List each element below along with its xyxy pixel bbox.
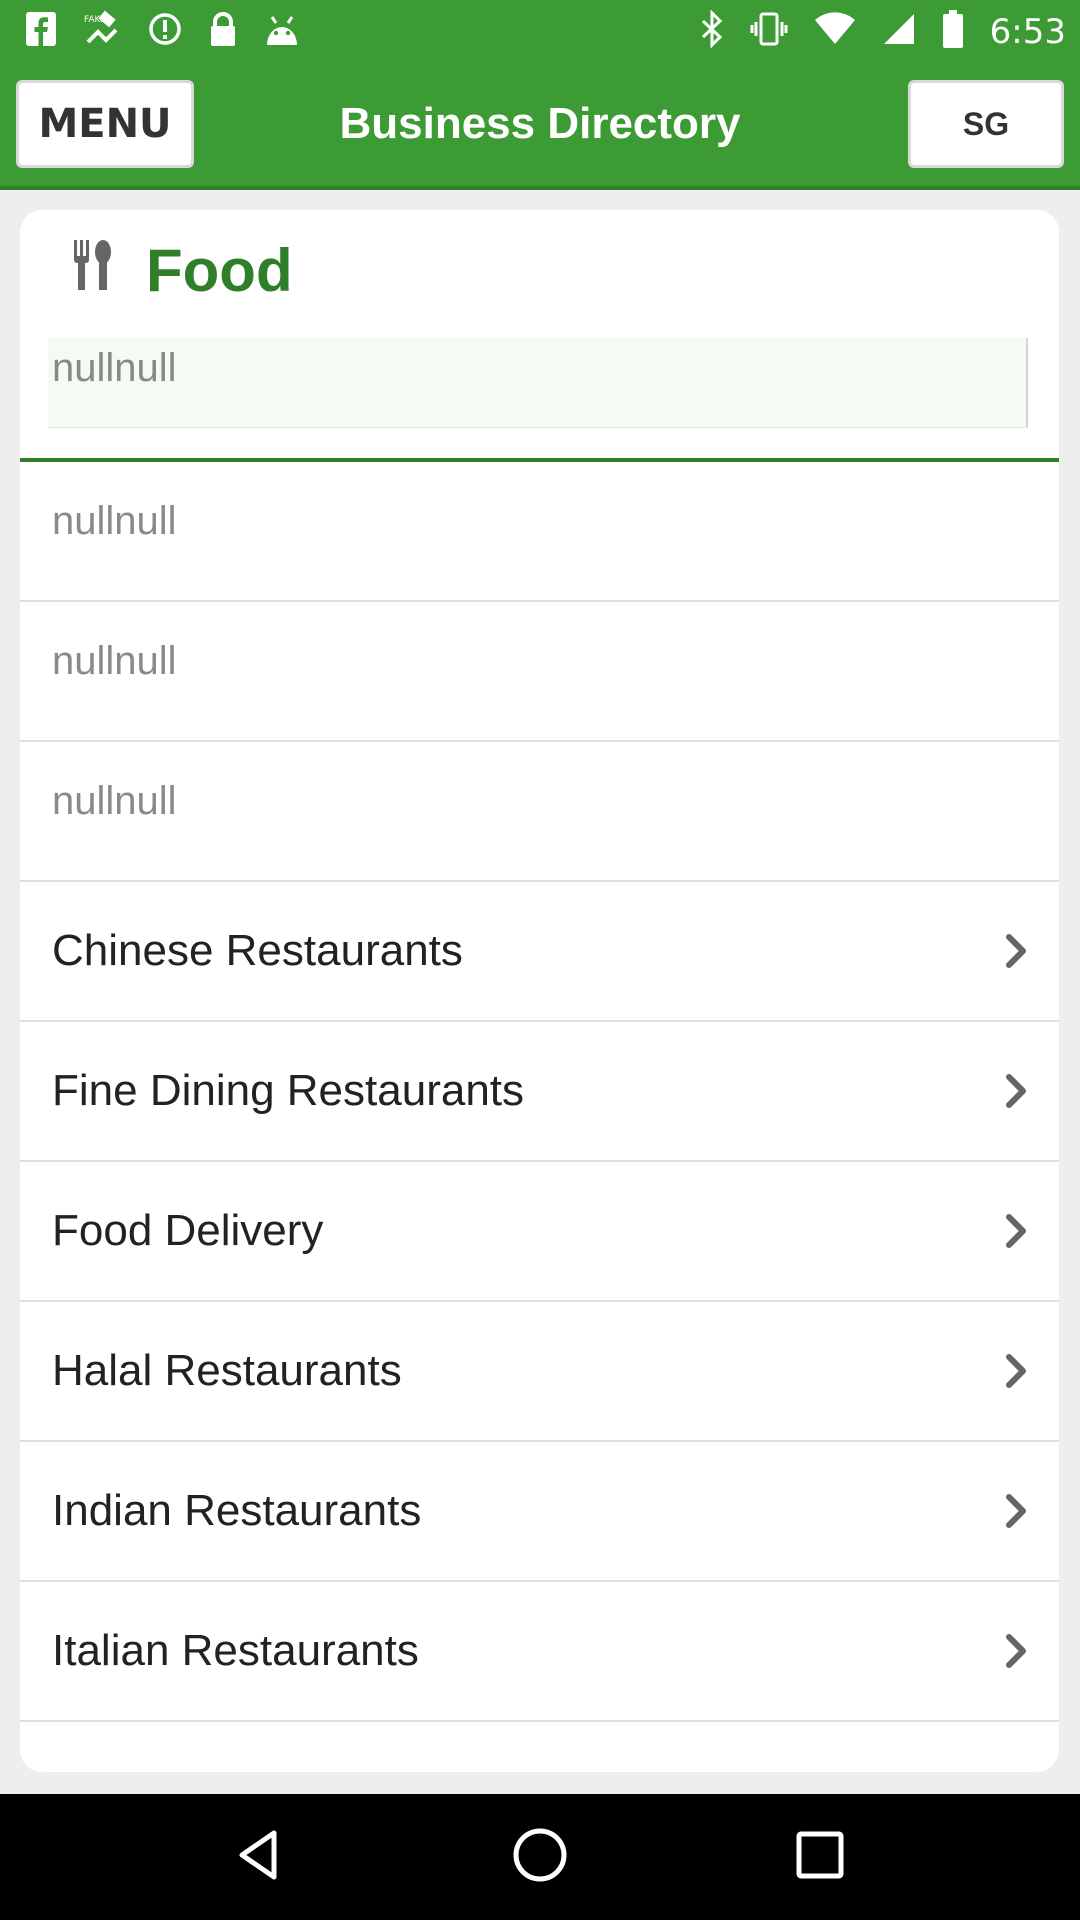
home-icon[interactable] xyxy=(510,1825,570,1890)
list-item-label: nullnull xyxy=(52,778,177,823)
list-item-label: Halal Restaurants xyxy=(52,1346,402,1395)
vibrate-icon xyxy=(750,10,788,54)
app-title: Business Directory xyxy=(339,99,741,148)
category-title: Food xyxy=(146,237,293,304)
status-bar: FAKE 6:53 xyxy=(0,0,1080,64)
list-item[interactable]: Fine Dining Restaurants xyxy=(20,1022,1059,1162)
menu-button[interactable]: MENU xyxy=(16,80,194,168)
list-item-label: Chinese Restaurants xyxy=(52,926,463,975)
status-right-icons: 6:53 xyxy=(700,9,1066,54)
list-item[interactable]: Halal Restaurants xyxy=(20,1302,1059,1442)
bluetooth-icon xyxy=(700,9,724,54)
recents-icon[interactable] xyxy=(790,1825,850,1890)
chevron-right-icon xyxy=(1001,1631,1031,1671)
fork-spoon-icon xyxy=(70,240,114,290)
facebook-icon xyxy=(26,12,56,52)
list-item-label: Indian Restaurants xyxy=(52,1486,422,1535)
app-bar: MENU Business Directory SG xyxy=(0,64,1080,190)
list-item-label: Italian Restaurants xyxy=(52,1626,419,1675)
fake-gps-icon: FAKE xyxy=(82,10,122,54)
chevron-right-icon xyxy=(1001,1071,1031,1111)
list-item-label: Food Delivery xyxy=(52,1206,324,1255)
category-list: nullnull nullnull nullnull Chinese Restaura… xyxy=(20,462,1059,1722)
svg-text:FAKE: FAKE xyxy=(84,15,106,25)
category-header: Food nullnull xyxy=(20,210,1059,462)
android-icon xyxy=(264,13,300,51)
region-button[interactable]: SG xyxy=(908,80,1064,168)
list-item[interactable]: Chinese Restaurants xyxy=(20,882,1059,1022)
back-icon[interactable] xyxy=(230,1825,290,1890)
chevron-right-icon xyxy=(1001,1211,1031,1251)
status-time: 6:53 xyxy=(989,12,1066,52)
list-item-label: nullnull xyxy=(52,638,177,683)
list-item-placeholder[interactable]: nullnull xyxy=(20,742,1059,882)
list-item-placeholder[interactable]: nullnull xyxy=(20,462,1059,602)
category-card: Food nullnull nullnull nullnull nullnull Ch… xyxy=(20,210,1059,1772)
status-left-icons: FAKE xyxy=(26,10,300,54)
chevron-right-icon xyxy=(1001,1491,1031,1531)
list-item[interactable]: Indian Restaurants xyxy=(20,1442,1059,1582)
chevron-right-icon xyxy=(1001,931,1031,971)
list-item-label: Fine Dining Restaurants xyxy=(52,1066,525,1115)
info-icon xyxy=(148,12,182,52)
list-item-label: nullnull xyxy=(52,498,177,543)
list-item-placeholder[interactable]: nullnull xyxy=(20,602,1059,742)
signal-icon xyxy=(882,12,916,52)
lock-icon xyxy=(208,11,238,53)
chevron-right-icon xyxy=(1001,1351,1031,1391)
list-item[interactable]: Italian Restaurants xyxy=(20,1582,1059,1722)
battery-icon xyxy=(942,10,964,54)
list-item[interactable]: Food Delivery xyxy=(20,1162,1059,1302)
system-nav-bar xyxy=(0,1794,1080,1920)
category-subtitle-box: nullnull xyxy=(48,338,1028,428)
wifi-icon xyxy=(814,12,856,52)
